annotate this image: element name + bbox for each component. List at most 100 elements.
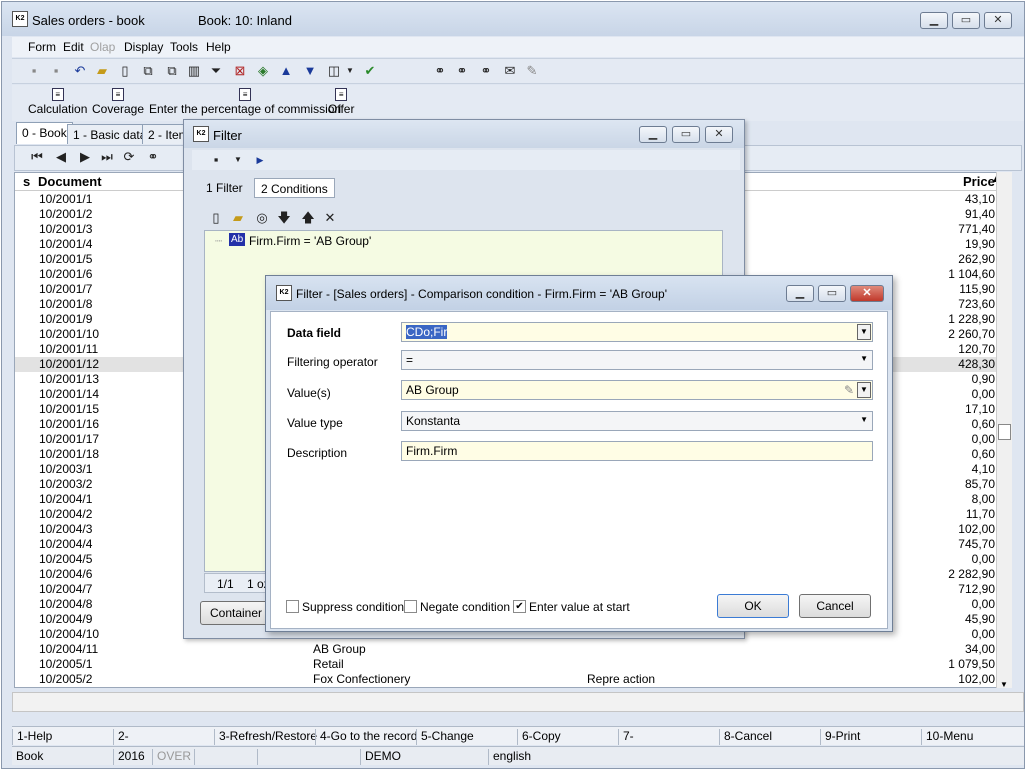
table-row[interactable]: 10/2005/1 Retail 1 079,50: [15, 657, 1009, 672]
maximize-button[interactable]: ▭: [952, 12, 980, 29]
layers-icon[interactable]: ◈: [255, 63, 271, 79]
container-button[interactable]: Container: [200, 601, 272, 625]
suppress-checkbox[interactable]: [286, 600, 299, 613]
arrow-up-icon[interactable]: ▲: [278, 63, 294, 79]
menu-display[interactable]: Display: [124, 40, 163, 54]
move-down-icon[interactable]: 🡇: [276, 210, 292, 226]
vertical-scrollbar[interactable]: ▼: [996, 172, 1012, 689]
prev-record-icon[interactable]: ◀: [53, 149, 69, 165]
offer-button[interactable]: ≡ Offer: [328, 88, 354, 116]
undo-icon[interactable]: ↶: [72, 63, 88, 79]
description-input[interactable]: Firm.Firm: [401, 441, 873, 461]
table-row[interactable]: 10/2005/2 Fox Confectionery Repre action 10…: [15, 672, 1009, 687]
menu-form[interactable]: Form: [28, 40, 56, 54]
next-record-icon[interactable]: ▶: [77, 149, 93, 165]
dropdown-arrow-icon[interactable]: ▼: [857, 324, 871, 340]
cell-document: 10/2001/10: [39, 327, 100, 341]
move-up-icon[interactable]: 🡅: [300, 210, 316, 226]
filter-icon[interactable]: ⏷: [208, 63, 224, 79]
enter-value-label[interactable]: Enter value at start: [529, 600, 630, 614]
col-document-header[interactable]: Document: [38, 174, 102, 189]
search-binoculars-icon[interactable]: ⚭: [145, 149, 161, 165]
paste-icon[interactable]: ⧉: [164, 63, 180, 79]
operator-select[interactable]: = ▼: [401, 350, 873, 370]
new-document-icon[interactable]: ▯: [117, 63, 133, 79]
menu-edit[interactable]: Edit: [63, 40, 84, 54]
dialog-close-button[interactable]: ✕: [850, 285, 884, 302]
calculation-button[interactable]: ≡ Calculation: [28, 88, 87, 116]
fkey-3[interactable]: 3-Refresh/Restore: [214, 729, 317, 745]
table-row[interactable]: 10/2004/11 AB Group 34,00: [15, 642, 1009, 657]
fkey-8[interactable]: 8-Cancel: [719, 729, 772, 745]
close-button[interactable]: ✕: [984, 12, 1012, 29]
open-folder-icon[interactable]: ▰: [94, 63, 110, 79]
cancel-button[interactable]: Cancel: [799, 594, 871, 618]
menu-olap[interactable]: Olap: [90, 40, 115, 54]
cell-document: 10/2003/1: [39, 462, 93, 476]
filter-minimize-button[interactable]: ▁: [639, 126, 667, 143]
database-icon[interactable]: ◎: [254, 210, 270, 226]
fkey-10[interactable]: 10-Menu: [921, 729, 973, 745]
tab-filter[interactable]: 1 Filter: [200, 178, 249, 198]
save-icon[interactable]: ▪: [208, 152, 224, 168]
negate-checkbox[interactable]: [404, 600, 417, 613]
last-record-icon[interactable]: ⏭: [99, 149, 115, 165]
fkey-7[interactable]: 7-: [618, 729, 634, 745]
coverage-button[interactable]: ≡ Coverage: [92, 88, 144, 116]
scroll-down-icon[interactable]: ▼: [1000, 680, 1008, 689]
cell-price: 4,10: [971, 462, 995, 476]
enter-value-checkbox[interactable]: ✔: [513, 600, 526, 613]
values-input[interactable]: AB Group ✎ ▼: [401, 380, 873, 400]
condition-node[interactable]: Firm.Firm = 'AB Group': [249, 234, 371, 248]
fkey-9[interactable]: 9-Print: [820, 729, 860, 745]
delete-icon[interactable]: ✕: [322, 210, 338, 226]
find-prev-icon[interactable]: ⚭: [478, 63, 494, 79]
tab-conditions[interactable]: 2 Conditions: [254, 178, 335, 198]
suppress-label[interactable]: Suppress condition: [302, 600, 404, 614]
fkey-6[interactable]: 6-Copy: [517, 729, 561, 745]
refresh-check-icon[interactable]: ✔: [362, 63, 378, 79]
mail-icon[interactable]: ✉: [502, 63, 518, 79]
edit-note-icon[interactable]: ✎: [524, 63, 540, 79]
save-as-icon[interactable]: ▪: [48, 63, 64, 79]
refresh-icon[interactable]: ⟳: [121, 149, 137, 165]
scroll-thumb[interactable]: [998, 424, 1011, 440]
camera-icon[interactable]: ◫: [326, 63, 342, 79]
find-next-icon[interactable]: ⚭: [454, 63, 470, 79]
fkey-5[interactable]: 5-Change: [416, 729, 474, 745]
filter-close-button[interactable]: ✕: [705, 126, 733, 143]
ok-button[interactable]: OK: [717, 594, 789, 618]
horizontal-scrollbar[interactable]: [12, 692, 1024, 712]
commission-button[interactable]: ≡ Enter the percentage of commission: [149, 88, 341, 116]
fkey-4[interactable]: 4-Go to the record: [315, 729, 417, 745]
filter-clear-icon[interactable]: ⊠: [232, 63, 248, 79]
col-s-header[interactable]: s: [23, 174, 30, 189]
menu-tools[interactable]: Tools: [170, 40, 198, 54]
filter-maximize-button[interactable]: ▭: [672, 126, 700, 143]
copy-icon[interactable]: ⧉: [140, 63, 156, 79]
dropdown-arrow-icon[interactable]: ▼: [857, 382, 871, 398]
new-document-icon[interactable]: ▯: [208, 210, 224, 226]
save-icon[interactable]: ▪: [26, 63, 42, 79]
open-folder-icon[interactable]: ▰: [230, 210, 246, 226]
value-type-select[interactable]: Konstanta ▼: [401, 411, 873, 431]
dialog-maximize-button[interactable]: ▭: [818, 285, 846, 302]
dialog-minimize-button[interactable]: ▁: [786, 285, 814, 302]
menu-help[interactable]: Help: [206, 40, 231, 54]
tab-book[interactable]: 0 - Book: [16, 122, 73, 144]
fkey-2[interactable]: 2-: [113, 729, 129, 745]
first-record-icon[interactable]: ⏮: [29, 149, 45, 165]
chevron-down-icon[interactable]: ▼: [230, 152, 246, 168]
data-field-combo[interactable]: CDo;Fir ▼: [401, 322, 873, 342]
book-icon[interactable]: ▥: [186, 63, 202, 79]
edit-pencil-icon[interactable]: ✎: [844, 383, 854, 397]
tab-basic-data[interactable]: 1 - Basic data: [67, 124, 153, 144]
play-icon[interactable]: ▶: [252, 152, 268, 168]
cell-price: 723,60: [958, 297, 995, 311]
binoculars-icon[interactable]: ⚭: [432, 63, 448, 79]
chevron-down-icon[interactable]: ▼: [342, 63, 358, 79]
arrow-down-icon[interactable]: ▼: [302, 63, 318, 79]
fkey-1[interactable]: 1-Help: [12, 729, 52, 745]
negate-label[interactable]: Negate condition: [420, 600, 510, 614]
minimize-button[interactable]: ▁: [920, 12, 948, 29]
